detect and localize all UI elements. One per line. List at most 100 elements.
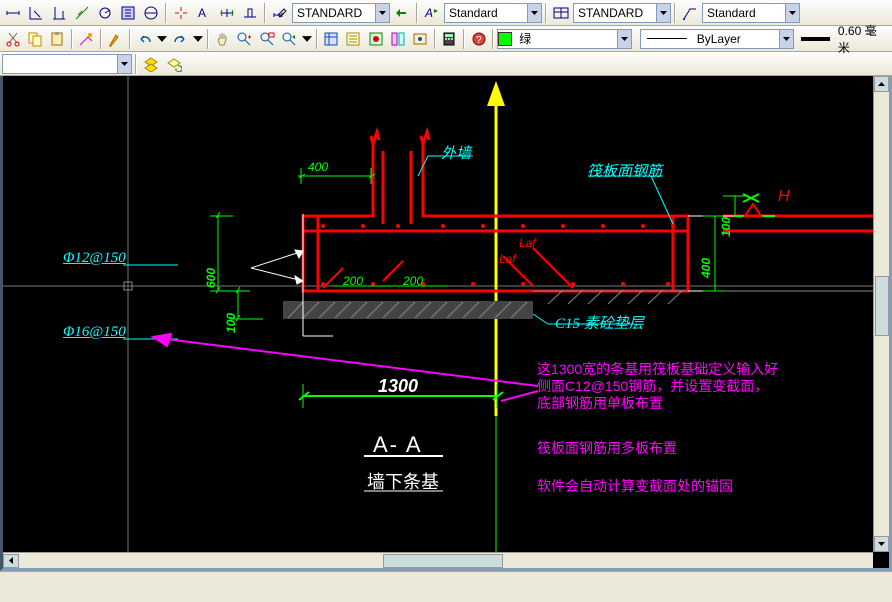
textstyle-combo-2[interactable]: Standard xyxy=(444,3,542,23)
scroll-thumb-h[interactable] xyxy=(383,554,503,568)
separator xyxy=(492,29,494,49)
zoom-dropdown[interactable] xyxy=(301,28,313,50)
horizontal-scrollbar[interactable] xyxy=(3,552,873,568)
dim-tool-6[interactable] xyxy=(117,2,139,24)
dim-tool-11[interactable] xyxy=(239,2,261,24)
match-icon[interactable] xyxy=(76,28,97,50)
mleader-value-4: Standard xyxy=(703,6,760,20)
cut-icon[interactable] xyxy=(2,28,23,50)
separator xyxy=(129,29,131,49)
dim-100: 100 xyxy=(224,313,238,333)
dim-tool-8[interactable] xyxy=(170,2,192,24)
dim-tool-4[interactable] xyxy=(71,2,93,24)
textstyle-value-2: Standard xyxy=(445,6,502,20)
vertical-scrollbar[interactable] xyxy=(873,76,889,552)
mleader-combo-4[interactable]: Standard xyxy=(702,3,800,23)
pan-icon[interactable] xyxy=(212,28,233,50)
label-laf2: Laf xyxy=(499,252,516,266)
dim-600: 600 xyxy=(204,268,218,288)
label-raft: 筏板面钢筋 xyxy=(587,160,662,181)
section-subtitle: 墙下条基 xyxy=(367,468,439,494)
dim-tool-10[interactable] xyxy=(216,2,238,24)
separator xyxy=(545,3,547,23)
undo-icon[interactable] xyxy=(134,28,155,50)
linetype-combo[interactable]: ByLayer xyxy=(640,29,794,49)
design-center-icon[interactable] xyxy=(410,28,431,50)
section-label: A- A xyxy=(373,432,423,458)
redo-icon[interactable] xyxy=(169,28,190,50)
dim-400: 400 xyxy=(308,160,328,174)
layer-state-icon[interactable] xyxy=(163,53,185,75)
zoom-prev-icon[interactable] xyxy=(278,28,299,50)
drawing-canvas[interactable]: 外墙 筏板面钢筋 H C15 素砼垫层 400 600 100 400 100 … xyxy=(0,76,892,571)
scroll-up-icon[interactable] xyxy=(874,76,889,92)
dropdown-arrow-icon[interactable] xyxy=(617,30,631,48)
dimstyle-combo-1[interactable]: STANDARD xyxy=(292,3,390,23)
scroll-thumb[interactable] xyxy=(875,276,889,336)
dim-tool-5[interactable] xyxy=(94,2,116,24)
tool-palette-icon[interactable] xyxy=(387,28,408,50)
brush-icon[interactable] xyxy=(105,28,126,50)
tablestyle-combo-3[interactable]: STANDARD xyxy=(573,3,671,23)
toolbar-row-2: ? 绿 ByLayer 0.60 毫米 xyxy=(0,26,892,52)
rebar-phi12: Φ12@150 xyxy=(63,250,126,267)
zoom-window-icon[interactable] xyxy=(256,28,277,50)
dropdown-arrow-icon[interactable] xyxy=(656,4,670,22)
dimstyle-value-1: STANDARD xyxy=(293,6,366,20)
separator xyxy=(207,29,209,49)
separator xyxy=(165,3,167,23)
help-icon[interactable]: ? xyxy=(468,28,489,50)
dimstyle-icon[interactable] xyxy=(269,2,291,24)
separator xyxy=(434,29,436,49)
dim-200a: 200 xyxy=(343,274,363,288)
dim-update-icon[interactable] xyxy=(391,2,413,24)
dropdown-arrow-icon[interactable] xyxy=(117,55,131,73)
zoom-realtime-icon[interactable] xyxy=(234,28,255,50)
dim-200b: 200 xyxy=(403,274,423,288)
scroll-left-icon[interactable] xyxy=(3,554,19,568)
dim-tool-2[interactable] xyxy=(25,2,47,24)
dropdown-arrow-icon[interactable] xyxy=(779,30,793,48)
lineweight-preview xyxy=(801,37,829,41)
tablestyle-icon[interactable] xyxy=(550,2,572,24)
separator xyxy=(416,3,418,23)
linetype-preview xyxy=(647,38,687,39)
markup-icon[interactable] xyxy=(365,28,386,50)
copy-icon[interactable] xyxy=(24,28,45,50)
layer-prev-icon[interactable] xyxy=(140,53,162,75)
mleader-icon[interactable] xyxy=(679,2,701,24)
paste-icon[interactable] xyxy=(46,28,67,50)
undo-dropdown[interactable] xyxy=(156,28,168,50)
note-3: 底部钢筋用单板布置 xyxy=(537,393,663,413)
note-5: 软件会自动计算变截面处的锚固 xyxy=(537,476,733,496)
color-combo[interactable]: 绿 xyxy=(497,29,632,49)
sheet-icon[interactable] xyxy=(343,28,364,50)
dim-tool-9[interactable]: A xyxy=(193,2,215,24)
color-swatch xyxy=(498,32,512,46)
dim-tool-7[interactable] xyxy=(140,2,162,24)
dim-tool-1[interactable] xyxy=(2,2,24,24)
scroll-right-icon[interactable] xyxy=(857,568,873,572)
dim-100r: 100 xyxy=(719,217,733,237)
dropdown-arrow-icon[interactable] xyxy=(785,4,799,22)
lineweight-combo[interactable]: 0.60 毫米 xyxy=(801,29,889,49)
separator xyxy=(135,54,137,74)
layer-combo[interactable] xyxy=(2,54,132,74)
toolbar-row-3 xyxy=(0,52,892,76)
svg-text:A: A xyxy=(424,6,433,20)
rebar-phi16: Φ16@150 xyxy=(63,324,126,341)
toolbar-row-1: A STANDARD A Standard STANDARD Standard xyxy=(0,0,892,26)
separator xyxy=(463,29,465,49)
props-icon[interactable] xyxy=(321,28,342,50)
redo-dropdown[interactable] xyxy=(192,28,204,50)
separator xyxy=(100,29,102,49)
dropdown-arrow-icon[interactable] xyxy=(527,4,541,22)
label-h: H xyxy=(778,188,790,206)
calc-icon[interactable] xyxy=(439,28,460,50)
dim-tool-3[interactable] xyxy=(48,2,70,24)
scroll-down-icon[interactable] xyxy=(874,536,889,552)
separator xyxy=(316,29,318,49)
textstyle-icon[interactable]: A xyxy=(421,2,443,24)
dropdown-arrow-icon[interactable] xyxy=(375,4,389,22)
tablestyle-value-3: STANDARD xyxy=(574,6,647,20)
